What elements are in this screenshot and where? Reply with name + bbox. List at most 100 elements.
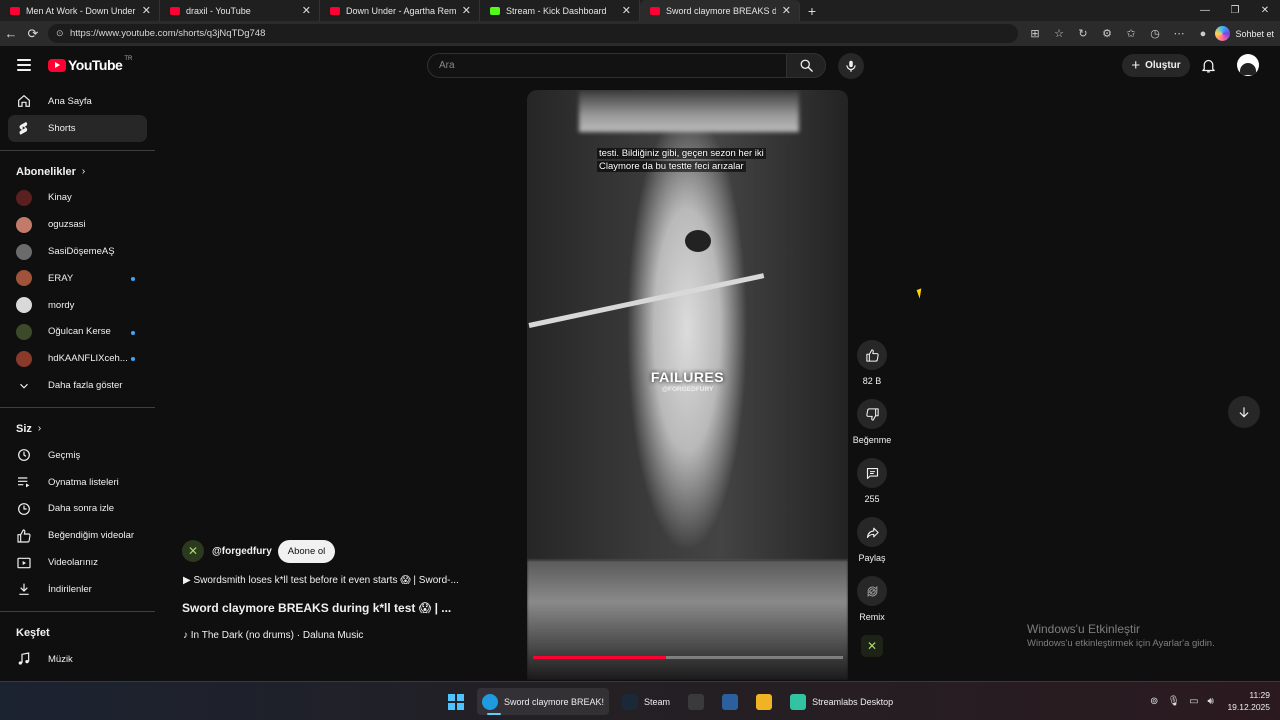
sidebar-divider (0, 406, 155, 408)
comments-button[interactable] (857, 458, 887, 488)
account-avatar[interactable] (1237, 54, 1259, 76)
site-info-icon[interactable]: ⊙ (56, 24, 64, 43)
next-short-button[interactable] (1228, 396, 1260, 428)
address-bar[interactable]: ⊙ https://www.youtube.com/shorts/q3jNqTD… (48, 24, 1018, 43)
sidebar-item-liked-videos[interactable]: Beğendiğim videolar (8, 522, 147, 549)
remix-action: Remix (851, 576, 893, 622)
like-button[interactable] (857, 340, 887, 370)
voice-search-button[interactable] (838, 53, 864, 79)
taskbar-app[interactable] (751, 688, 777, 715)
tray-app-icon[interactable]: ⊚ (1150, 696, 1158, 707)
video-description[interactable]: ▶ Swordsmith loses k*ll test before it e… (183, 575, 459, 586)
subscription-item[interactable]: mordy (8, 292, 147, 319)
chevron-right-icon: › (81, 166, 86, 178)
notifications-button[interactable] (1200, 57, 1217, 79)
tab-title: Down Under - Agartha Remix - Yo (346, 5, 456, 16)
history-browser-icon[interactable]: ◷ (1146, 27, 1164, 40)
youtube-play-icon (48, 58, 66, 72)
liked-videos-icon (16, 528, 32, 544)
show-more-button[interactable]: Daha fazla göster (8, 372, 147, 399)
profile-icon[interactable]: ● (1194, 28, 1212, 40)
subscription-item[interactable]: Kinay (8, 185, 147, 212)
copilot-label: Sohbet et (1235, 28, 1274, 39)
you-heading[interactable]: Siz › (0, 416, 155, 442)
start-button[interactable] (443, 688, 469, 715)
close-tab-icon[interactable]: ✕ (302, 4, 311, 17)
sidebar-item-your-videos[interactable]: Videolarınız (8, 549, 147, 576)
create-button[interactable]: + Oluştur (1122, 54, 1190, 77)
video-progress-bar[interactable] (533, 656, 843, 659)
taskbar-app[interactable]: Steam (617, 688, 675, 715)
channel-avatar[interactable]: ✕ (182, 540, 204, 562)
reload-button[interactable]: ⟳ (22, 26, 44, 42)
taskbar-app[interactable] (683, 688, 709, 715)
sidebar-item-downloads[interactable]: İndirilenler (8, 576, 147, 603)
copilot-button[interactable]: Sohbet et (1215, 24, 1274, 43)
taskbar-clock[interactable]: 11:29 19.12.2025 (1227, 689, 1270, 713)
channel-name[interactable]: @forgedfury (212, 546, 272, 557)
subscription-item[interactable]: oguzsasi (8, 211, 147, 238)
sidebar: Ana Sayfa Shorts Abonelikler › Kinay oguzs… (0, 88, 155, 678)
video-title[interactable]: Sword claymore BREAKS during k*ll test 😱… (182, 601, 451, 615)
new-tab-button[interactable]: + (800, 3, 824, 19)
search-button[interactable] (786, 53, 826, 78)
sidebar-item-label: Daha sonra izle (48, 503, 115, 515)
close-tab-icon[interactable]: ✕ (462, 4, 471, 17)
folder-icon (756, 693, 773, 710)
subscription-item[interactable]: hdKAANFLIXceh... (8, 345, 147, 372)
close-tab-icon[interactable]: ✕ (622, 4, 631, 17)
browser-tab[interactable]: Sword claymore BREAKS durin ✕ (640, 0, 800, 21)
close-window-button[interactable]: ✕ (1250, 0, 1280, 21)
dislike-label: Beğenme (852, 435, 892, 445)
browser-tab[interactable]: Down Under - Agartha Remix - Yo ✕ (320, 0, 480, 21)
extensions-icon[interactable]: ⚙ (1098, 27, 1116, 40)
sidebar-item-shorts[interactable]: Shorts (8, 114, 147, 142)
taskbar-app[interactable] (717, 688, 743, 715)
subscribe-button[interactable]: Abone ol (277, 539, 336, 563)
back-button[interactable]: ← (0, 26, 22, 41)
maximize-button[interactable]: ❐ (1220, 0, 1250, 21)
share-button[interactable] (857, 517, 887, 547)
browser-refresh-icon[interactable]: ↻ (1074, 27, 1092, 40)
explore-title: Keşfet (16, 626, 50, 639)
subscription-item[interactable]: SasiDöşemeAŞ (8, 238, 147, 265)
sidebar-item-label: Oynatma listeleri (48, 476, 119, 488)
volume-icon[interactable]: 🔊︎ (1208, 696, 1214, 707)
favorite-star-icon[interactable]: ☆ (1050, 27, 1068, 40)
browser-tab[interactable]: Stream - Kick Dashboard ✕ (480, 0, 640, 21)
display-tray-icon[interactable]: ▭ (1189, 696, 1198, 707)
favorites-icon[interactable]: ✩ (1122, 27, 1140, 40)
music-icon (16, 651, 32, 667)
music-link[interactable]: ♪ In The Dark (no drums) · Daluna Music (183, 630, 363, 641)
sound-thumbnail[interactable]: ✕ (861, 635, 883, 657)
search-input[interactable] (439, 60, 769, 71)
sidebar-item-watch-later[interactable]: Daha sonra izle (8, 496, 147, 523)
sidebar-item-label: Ana Sayfa (48, 95, 92, 107)
mic-tray-icon[interactable]: 🎙︎ (1167, 696, 1180, 707)
subscription-item[interactable]: Oğulcan Kerse (8, 319, 147, 346)
menu-icon[interactable] (17, 59, 31, 71)
shorts-icon (16, 120, 32, 136)
sidebar-item-history[interactable]: Geçmiş (8, 442, 147, 469)
taskbar-app[interactable]: Streamlabs Desktop (785, 688, 898, 715)
close-tab-icon[interactable]: ✕ (782, 4, 791, 17)
sidebar-item-playlists[interactable]: Oynatma listeleri (8, 469, 147, 496)
app-available-icon[interactable]: ⊞ (1026, 27, 1044, 40)
youtube-logo[interactable]: YouTube TR (48, 56, 132, 73)
subscriptions-heading[interactable]: Abonelikler › (0, 159, 155, 185)
browser-tab[interactable]: draxil - YouTube ✕ (160, 0, 320, 21)
browser-tab[interactable]: Men At Work - Down Under (Offic ✕ (0, 0, 160, 21)
more-menu-icon[interactable]: ⋯ (1170, 27, 1188, 40)
sidebar-item-home[interactable]: Ana Sayfa (8, 88, 147, 115)
subscription-item[interactable]: ERAY (8, 265, 147, 292)
remix-button[interactable] (857, 576, 887, 606)
youtube-favicon-icon (330, 6, 340, 15)
sidebar-item-music[interactable]: Müzik (8, 646, 147, 673)
short-video-player[interactable]: testi. Bildiğiniz gibi, geçen sezon her … (527, 90, 848, 680)
dislike-button[interactable] (857, 399, 887, 429)
edge-icon (482, 693, 498, 710)
taskbar-app[interactable]: Sword claymore BREAK! (477, 688, 610, 715)
close-tab-icon[interactable]: ✕ (142, 4, 151, 17)
tab-title: Stream - Kick Dashboard (506, 5, 607, 16)
minimize-button[interactable]: — (1190, 0, 1220, 21)
